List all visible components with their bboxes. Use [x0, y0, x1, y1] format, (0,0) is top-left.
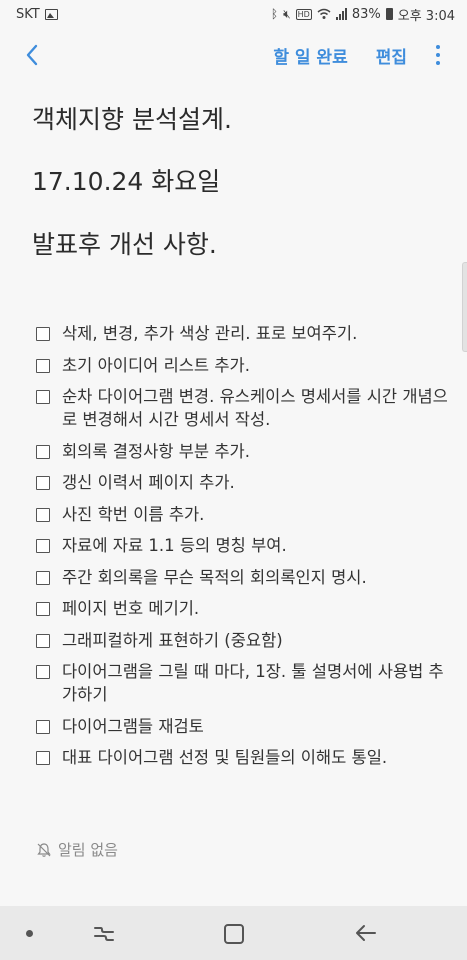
checklist-item: 초기 아이디어 리스트 추가.: [36, 354, 456, 377]
checkbox[interactable]: [36, 719, 50, 734]
checkbox[interactable]: [36, 665, 50, 679]
checklist-item-text: 자료에 자료 1.1 등의 명칭 부여.: [62, 536, 287, 555]
back-arrow-icon[interactable]: [20, 42, 46, 68]
checkbox[interactable]: [36, 507, 50, 522]
scrollbar[interactable]: [462, 262, 467, 352]
checklist-item: 페이지 번호 메기기.: [36, 597, 456, 620]
checkbox[interactable]: [36, 751, 50, 765]
navigation-bar: [0, 906, 467, 960]
checklist-item-text: 삭제, 변경, 추가 색상 관리. 표로 보여주기.: [62, 324, 358, 343]
checklist-item: 다이어그램들 재검토: [36, 715, 456, 738]
note-subtitle: 발표후 개선 사항.: [32, 230, 217, 259]
status-left: SKT: [16, 7, 58, 22]
checkbox[interactable]: [36, 476, 50, 490]
toolbar: 할 일 완료 편집: [0, 30, 467, 80]
checklist-item: 그래피컬하게 표현하기 (중요함): [36, 629, 456, 652]
toolbar-actions: 할 일 완료 편집: [273, 30, 441, 80]
checklist-item-text: 그래피컬하게 표현하기 (중요함): [62, 630, 283, 650]
checklist-item: 대표 다이어그램 선정 및 팀원들의 이해도 통일.: [36, 746, 456, 769]
checklist-item-text: 주간 회의록을 무슨 목적의 회의록인지 명시.: [62, 567, 367, 587]
checkbox[interactable]: [36, 444, 50, 459]
more-options-icon[interactable]: [435, 45, 441, 65]
note-date: 17.10.24 화요일: [32, 167, 221, 196]
mute-icon: 🔇︎: [283, 6, 291, 21]
image-icon: [44, 8, 58, 20]
checklist-item: 다이어그램을 그릴 때 마다, 1장. 툴 설명서에 사용법 추가하기: [36, 660, 456, 706]
checklist-item: 갱신 이력서 페이지 추가.: [36, 471, 456, 494]
checklist-item-text: 회의록 결정사항 부분 추가.: [62, 441, 250, 461]
checklist-item-text: 다이어그램을 그릴 때 마다, 1장. 툴 설명서에 사용법 추가하기: [62, 662, 444, 704]
recent-apps-icon[interactable]: [92, 922, 116, 944]
clock: 오후 3:04: [397, 8, 455, 24]
bell-off-icon: [37, 842, 51, 857]
signal-icon: [335, 8, 347, 20]
checklist-item-text: 갱신 이력서 페이지 추가.: [62, 473, 235, 492]
back-nav-icon[interactable]: [354, 922, 378, 944]
checklist-item: 주간 회의록을 무슨 목적의 회의록인지 명시.: [36, 566, 456, 589]
wifi-icon: [317, 8, 331, 19]
home-button-icon[interactable]: [224, 924, 244, 944]
battery-percent: 83%: [351, 6, 381, 22]
checklist-item-text: 페이지 번호 메기기.: [62, 599, 200, 618]
checklist-item: 순차 다이어그램 변경. 유스케이스 명세서를 시간 개념으로 변경해서 시간 …: [36, 385, 456, 431]
checkbox[interactable]: [36, 602, 50, 616]
checkbox[interactable]: [36, 390, 50, 404]
checklist-item-text: 초기 아이디어 리스트 추가.: [62, 355, 250, 375]
reminder-button[interactable]: 알림 없음: [36, 839, 118, 860]
bluetooth-icon: ᛒ: [270, 7, 279, 21]
note-title: 객체지향 분석설계.: [32, 105, 232, 134]
checklist: 삭제, 변경, 추가 색상 관리. 표로 보여주기. 초기 아이디어 리스트 추…: [36, 322, 456, 778]
complete-tasks-button[interactable]: 할 일 완료: [273, 43, 347, 68]
hd-voice-icon: HD: [295, 8, 312, 20]
checklist-item: 삭제, 변경, 추가 색상 관리. 표로 보여주기.: [36, 322, 456, 345]
edit-button[interactable]: 편집: [376, 43, 407, 68]
checklist-item: 사진 학번 이름 추가.: [36, 503, 456, 526]
nav-dot-icon: [26, 930, 33, 937]
battery-icon: [385, 8, 393, 20]
checklist-item-text: 사진 학번 이름 추가.: [62, 504, 205, 524]
status-right: ᛒ 🔇︎ HD 83% 오후 3:04: [271, 5, 455, 24]
checkbox[interactable]: [36, 327, 50, 341]
checklist-item-text: 대표 다이어그램 선정 및 팀원들의 이해도 통일.: [62, 748, 388, 767]
status-bar: SKT ᛒ 🔇︎ HD 83% 오후 3:04: [0, 0, 467, 28]
checklist-item-text: 순차 다이어그램 변경. 유스케이스 명세서를 시간 개념으로 변경해서 시간 …: [62, 387, 448, 429]
checklist-item: 자료에 자료 1.1 등의 명칭 부여.: [36, 534, 456, 557]
checklist-item: 회의록 결정사항 부분 추가.: [36, 440, 456, 463]
reminder-label: 알림 없음: [58, 841, 118, 859]
checkbox[interactable]: [36, 633, 50, 648]
checklist-item-text: 다이어그램들 재검토: [62, 716, 204, 736]
carrier-label: SKT: [16, 6, 40, 22]
checkbox[interactable]: [36, 539, 50, 553]
checkbox[interactable]: [36, 358, 50, 373]
checkbox[interactable]: [36, 570, 50, 585]
